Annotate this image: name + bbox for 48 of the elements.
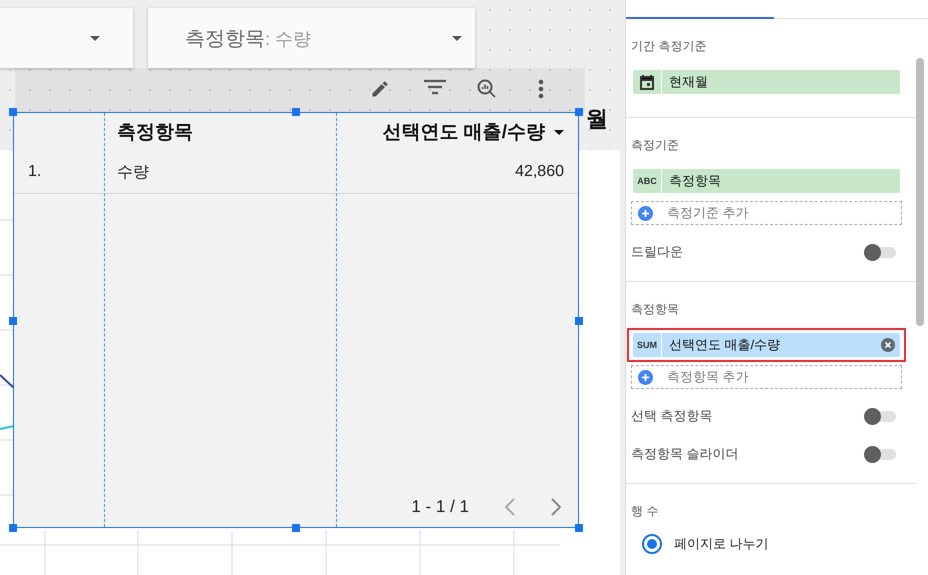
chart-title: 월 [586, 105, 608, 133]
add-field-button[interactable]: 측정기준 추가 [631, 201, 902, 225]
resize-handle[interactable] [9, 108, 17, 116]
filter-icon[interactable] [424, 79, 446, 95]
section-title: 행 수 [631, 503, 660, 520]
field-chip[interactable]: ABC 측정항목 [633, 169, 900, 193]
field-chip[interactable]: 현재월 [633, 70, 900, 94]
plus-icon [638, 206, 653, 220]
section-title: 측정항목 [631, 301, 680, 318]
resize-handle[interactable] [292, 108, 300, 116]
add-field-button[interactable]: 측정항목 추가 [631, 365, 902, 389]
toggle-switch[interactable] [866, 246, 896, 258]
resize-handle[interactable] [575, 524, 583, 532]
field-chip[interactable]: SUM 선택연도 매출/수량 [633, 333, 900, 357]
section-title: 측정기준 [631, 137, 680, 154]
remove-icon[interactable] [881, 338, 895, 352]
resize-handle[interactable] [9, 524, 17, 532]
resize-handle[interactable] [575, 317, 583, 325]
sort-caret-icon[interactable] [554, 130, 564, 134]
resize-handle[interactable] [292, 524, 300, 532]
toggle-switch[interactable] [866, 410, 896, 422]
next-page-icon[interactable] [551, 498, 561, 516]
toggle-label: 선택 측정항목 [631, 407, 713, 425]
scrollbar[interactable] [916, 58, 924, 326]
radio-button[interactable] [642, 534, 662, 554]
resize-handle[interactable] [9, 317, 17, 325]
caret-icon [90, 36, 100, 40]
previous-page-icon[interactable] [505, 498, 515, 516]
caret-icon [452, 36, 462, 40]
table-cell: 42,860 [515, 163, 564, 180]
zoom-chart-icon[interactable] [477, 79, 497, 99]
toggle-label: 드릴다운 [631, 243, 683, 261]
dropdown[interactable]: 측정항목: 수량 [148, 8, 475, 68]
more-icon[interactable] [538, 79, 544, 99]
resize-handle[interactable] [575, 108, 583, 116]
radio-label[interactable]: 페이지로 나누기 [674, 535, 769, 553]
table-cell: 1. [28, 163, 42, 180]
table-cell: 수량 [117, 164, 149, 180]
pencil-icon[interactable] [370, 79, 390, 99]
column-header[interactable]: 측정항목 [117, 119, 193, 145]
column-header[interactable]: 선택연도 매출/수량 [382, 119, 545, 145]
toggle-switch[interactable] [866, 448, 896, 460]
calendar-icon [640, 74, 654, 90]
page-indicator: 1 - 1 / 1 [411, 497, 469, 517]
table-chart[interactable]: 측정항목 선택연도 매출/수량 1. 수량 42,860 1 - 1 / 1 [13, 112, 579, 528]
plus-icon [638, 370, 653, 384]
toggle-label: 측정항목 슬라이더 [631, 445, 739, 463]
section-title: 기간 측정기준 [631, 38, 708, 55]
